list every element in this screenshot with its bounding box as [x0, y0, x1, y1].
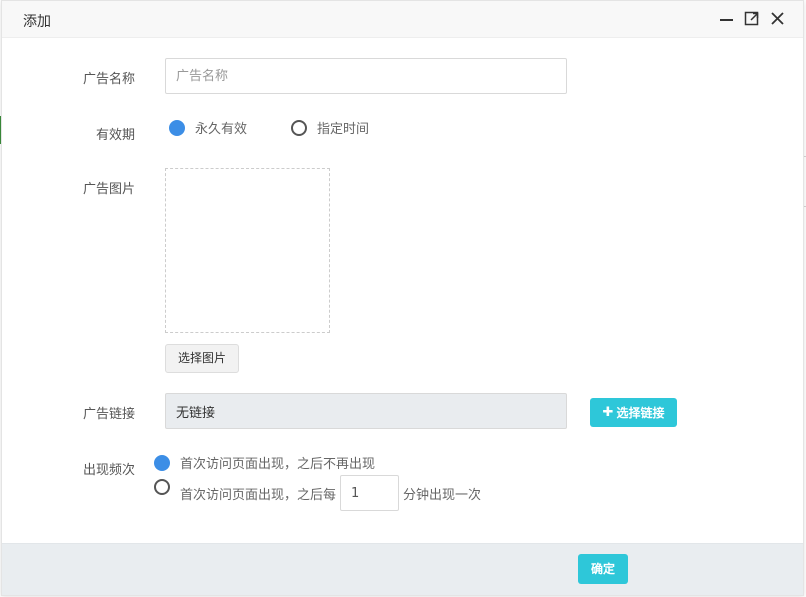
radio-checked-icon[interactable]: [154, 454, 170, 471]
radio-unchecked-icon[interactable]: [154, 479, 170, 495]
add-dialog: 添加 广告名称 有效期 永久有效 指定时间 广告图片 选择图片 广: [1, 0, 804, 596]
dialog-title: 添加: [23, 14, 51, 30]
select-image-button[interactable]: 选择图片: [165, 344, 239, 373]
frequency-option-label: 首次访问页面出现，之后不再出现: [180, 457, 376, 472]
frequency-option-suffix: 分钟出现一次: [403, 487, 482, 503]
image-preview-box: [165, 168, 330, 333]
ad-name-label: 广告名称: [82, 72, 135, 87]
ad-name-input[interactable]: [165, 58, 567, 94]
dialog-footer: 确定: [2, 543, 803, 595]
minimize-icon[interactable]: [718, 10, 736, 28]
confirm-button[interactable]: 确定: [578, 554, 628, 584]
validity-option-permanent[interactable]: 永久有效: [169, 118, 247, 137]
frequency-option-once[interactable]: 首次访问页面出现，之后不再出现: [154, 453, 375, 472]
ad-image-label: 广告图片: [82, 182, 135, 197]
frequency-option-interval[interactable]: 首次访问页面出现，之后每 分钟出现一次: [154, 475, 481, 511]
radio-checked-icon[interactable]: [169, 119, 185, 136]
validity-option-label: 指定时间: [317, 122, 370, 137]
ad-link-input: [165, 393, 567, 429]
ad-link-label: 广告链接: [82, 407, 135, 422]
radio-unchecked-icon[interactable]: [291, 119, 307, 136]
select-link-button[interactable]: ✚ 选择链接: [590, 398, 677, 427]
frequency-label: 出现频次: [82, 463, 135, 478]
interval-minutes-input[interactable]: [340, 475, 400, 511]
validity-option-custom[interactable]: 指定时间: [291, 118, 369, 137]
dialog-titlebar: 添加: [2, 1, 803, 38]
validity-option-label: 永久有效: [195, 122, 248, 137]
plus-icon: ✚: [602, 405, 614, 420]
select-link-label: 选择链接: [616, 406, 665, 420]
validity-label: 有效期: [95, 128, 135, 143]
close-icon[interactable]: [769, 10, 787, 28]
frequency-option-prefix: 首次访问页面出现，之后每: [180, 487, 337, 503]
maximize-icon[interactable]: [743, 10, 761, 28]
